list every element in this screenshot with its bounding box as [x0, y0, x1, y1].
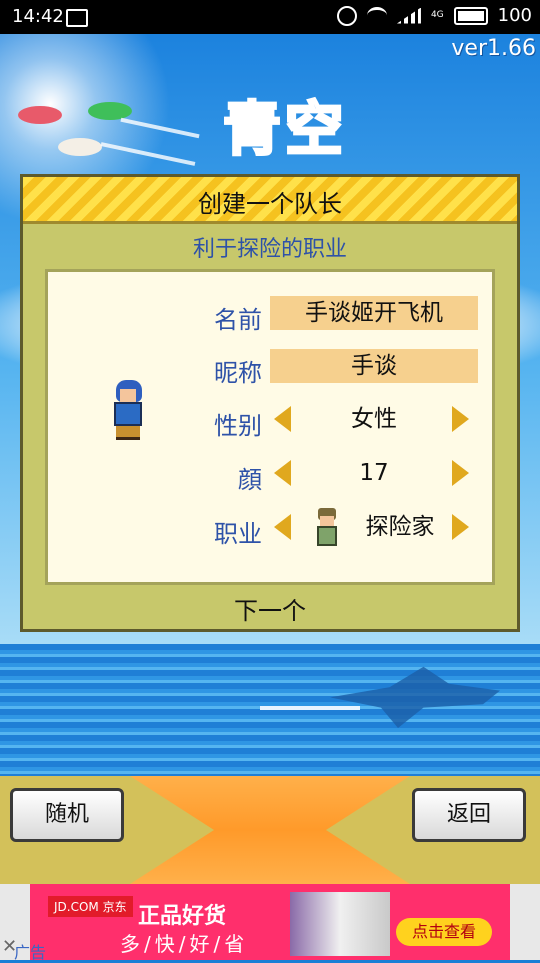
- version-label: ver1.66: [451, 36, 536, 61]
- gender-value: 女性: [351, 406, 397, 432]
- nickname-field[interactable]: 手谈: [270, 349, 478, 383]
- nickname-row: 昵称 手谈: [48, 349, 492, 389]
- name-field[interactable]: 手谈姬开飞机: [270, 296, 478, 330]
- sea-background: [0, 644, 540, 776]
- job-label: 职业: [214, 520, 262, 548]
- next-button[interactable]: 下一个: [23, 591, 517, 626]
- dialog-header: 创建一个队长: [23, 177, 517, 224]
- network-type: 4G: [430, 10, 444, 20]
- gender-row: 性别 女性: [48, 402, 492, 442]
- face-value: 17: [359, 460, 389, 486]
- dialog-title: 创建一个队长: [198, 190, 342, 218]
- bottom-bar: 随机 返回: [0, 776, 540, 884]
- green-plane-icon: [88, 102, 132, 120]
- back-button[interactable]: 返回: [412, 788, 526, 842]
- job-next-arrow-icon[interactable]: [452, 514, 469, 540]
- create-captain-dialog: 创建一个队长 利于探险的职业 名前 手谈姬开飞机 昵称 手谈 性别 女性 顔 1…: [20, 174, 520, 632]
- signal-icon: [396, 7, 421, 24]
- job-row: 职业 探险家: [48, 508, 492, 550]
- battery-icon: [453, 6, 488, 25]
- avatar-face: [120, 389, 136, 402]
- face-next-arrow-icon[interactable]: [452, 460, 469, 486]
- ad-label: 广告: [14, 943, 47, 962]
- status-bar: 14:42 4G 100: [0, 0, 540, 34]
- wifi-icon: [366, 7, 387, 24]
- captain-form-panel: 名前 手谈姬开飞机 昵称 手谈 性别 女性 顔 17 职业 探险家: [45, 269, 495, 585]
- notification-icon: [66, 9, 88, 27]
- ad-cta-button[interactable]: 点击查看: [396, 918, 492, 946]
- wake-trail: [260, 706, 360, 710]
- nickname-label: 昵称: [214, 359, 262, 387]
- explorer-job-icon: [314, 508, 340, 546]
- ad-brand-logo: JD.COM 京东: [48, 896, 133, 917]
- white-plane-icon: [58, 138, 102, 156]
- ad-product-image: [290, 892, 390, 956]
- gender-next-arrow-icon[interactable]: [452, 406, 469, 432]
- gender-prev-arrow-icon[interactable]: [274, 406, 291, 432]
- random-button[interactable]: 随机: [10, 788, 124, 842]
- ad-banner[interactable]: JD.COM 京东 正品好货 多/快/好/省 点击查看 ✕ 广告: [0, 884, 540, 962]
- name-label: 名前: [214, 306, 262, 334]
- job-value: 探险家: [365, 514, 435, 540]
- dialog-subtitle: 利于探险的职业: [192, 237, 347, 262]
- face-label: 顔: [238, 466, 262, 494]
- gender-label: 性别: [214, 412, 262, 440]
- bottom-bar-glow: [130, 776, 410, 884]
- face-prev-arrow-icon[interactable]: [274, 460, 291, 486]
- alarm-icon: [336, 5, 357, 26]
- face-row: 顔 17: [48, 456, 492, 496]
- status-icons: 4G 100: [336, 5, 532, 26]
- status-time: 14:42: [12, 6, 64, 27]
- red-plane-icon: [18, 106, 62, 124]
- name-row: 名前 手谈姬开飞机: [48, 296, 492, 336]
- job-prev-arrow-icon[interactable]: [274, 514, 291, 540]
- ad-title: 正品好货: [138, 904, 227, 929]
- ad-slogan: 多/快/好/省: [120, 932, 249, 956]
- game-logo: 青空: [221, 94, 347, 165]
- battery-level: 100: [497, 5, 532, 26]
